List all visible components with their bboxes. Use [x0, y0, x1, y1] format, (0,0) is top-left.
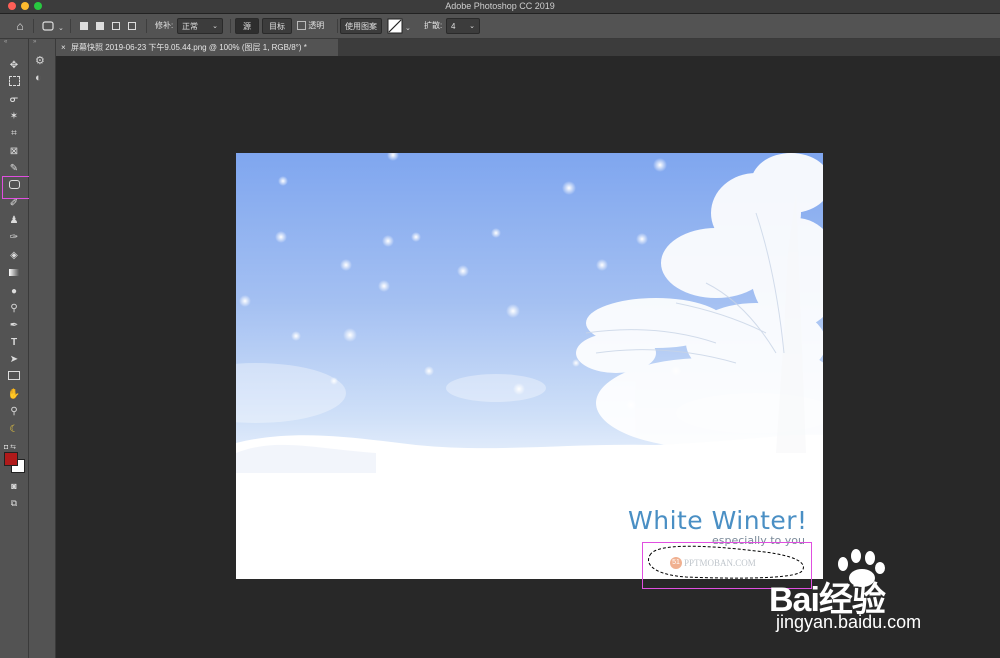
- patch-preset-icon: ⌄: [42, 21, 64, 32]
- brush-icon[interactable]: ✐: [6, 197, 22, 211]
- foreground-color-swatch[interactable]: [4, 452, 18, 466]
- rectangle-icon[interactable]: [6, 371, 22, 385]
- eraser-icon[interactable]: ◈: [6, 249, 22, 263]
- stamp-icon[interactable]: ♟: [6, 214, 22, 228]
- diffusion-value: 4: [451, 22, 456, 31]
- magic-wand-icon[interactable]: ✶: [6, 110, 22, 124]
- source-button[interactable]: 源: [235, 18, 259, 34]
- crop-icon[interactable]: ⌗: [6, 127, 22, 141]
- history-brush-icon[interactable]: ✑: [6, 231, 22, 245]
- collapse-icon[interactable]: «: [4, 39, 7, 45]
- adjustments-icon[interactable]: ◐: [35, 72, 42, 84]
- diffusion-select[interactable]: 4 ⌄: [446, 18, 480, 34]
- gradient-icon[interactable]: [6, 267, 22, 281]
- close-tab-icon[interactable]: ×: [61, 39, 66, 56]
- patch-mode-select[interactable]: 正常 ⌄: [177, 18, 223, 34]
- properties-icon[interactable]: ⚙: [35, 54, 45, 67]
- quick-mask-icon[interactable]: ◙: [6, 479, 22, 493]
- pattern-swatch-icon: ⌄: [387, 18, 411, 34]
- type-icon[interactable]: T: [6, 336, 22, 350]
- lasso-icon[interactable]: ᓂ: [6, 93, 22, 107]
- subtract-selection-icon[interactable]: [112, 22, 120, 30]
- chevron-down-icon: ⌄: [212, 23, 218, 30]
- use-pattern-button[interactable]: 使用图案: [340, 18, 382, 34]
- chevron-down-icon: ⌄: [469, 23, 475, 30]
- home-icon[interactable]: ⌂: [10, 18, 30, 34]
- pattern-picker[interactable]: ⌄: [387, 18, 413, 34]
- banana-icon[interactable]: ☾: [6, 423, 22, 437]
- transparent-label: 透明: [308, 21, 325, 30]
- patch-mode-value: 正常: [182, 22, 198, 31]
- title-bar: Adobe Photoshop CC 2019: [0, 0, 1000, 14]
- move-icon[interactable]: ✥: [6, 59, 22, 73]
- marquee-icon[interactable]: [6, 76, 22, 90]
- patch-label: 修补:: [155, 21, 174, 30]
- blur-icon[interactable]: ●: [6, 285, 22, 299]
- tool-preset-picker[interactable]: ⌄: [40, 18, 66, 34]
- tools-panel: « ✥ ᓂ ✶ ⌗ ⊠ ✎ ✐ ♟ ✑ ◈ ● ⚲ ✒ T ➤ ✋ ⚲ ☾ ◘ …: [0, 39, 29, 658]
- add-selection-icon[interactable]: [96, 22, 104, 30]
- svg-text:⌄: ⌄: [58, 25, 64, 32]
- lasso-selection: [648, 545, 804, 579]
- frame-icon[interactable]: ⊠: [6, 145, 22, 159]
- zoom-icon[interactable]: ⚲: [6, 405, 22, 419]
- transparent-option[interactable]: 透明: [297, 18, 337, 34]
- collapsed-panels: » ⚙ ◐: [29, 39, 56, 658]
- options-bar: ⌂ ⌄ 修补: 正常 ⌄ 源 目标 透明 使用图案 ⌄ 扩散: 4 ⌄: [0, 14, 1000, 39]
- hand-icon[interactable]: ✋: [6, 388, 22, 402]
- diffusion-label: 扩散:: [424, 21, 443, 30]
- svg-text:⌄: ⌄: [405, 25, 411, 32]
- target-button[interactable]: 目标: [262, 18, 292, 34]
- watermark-url: jingyan.baidu.com: [776, 612, 922, 632]
- default-colors-icon[interactable]: ◘ ⇆: [4, 443, 16, 451]
- path-select-icon[interactable]: ➤: [6, 353, 22, 367]
- transparent-checkbox[interactable]: [297, 21, 306, 31]
- eyedropper-icon[interactable]: ✎: [6, 162, 22, 176]
- new-selection-icon[interactable]: [80, 22, 88, 30]
- document-tab-title: 屏幕快照 2019-06-23 下午9.05.44.png @ 100% (图层…: [71, 43, 307, 52]
- window-title: Adobe Photoshop CC 2019: [445, 1, 555, 11]
- dodge-icon[interactable]: ⚲: [6, 302, 22, 316]
- document-tab[interactable]: × 屏幕快照 2019-06-23 下午9.05.44.png @ 100% (…: [56, 39, 338, 56]
- screen-mode-icon[interactable]: ⧉: [6, 496, 22, 510]
- intersect-selection-icon[interactable]: [128, 22, 136, 30]
- document-canvas[interactable]: White Winter! especially to you 51 PPTMO…: [236, 153, 823, 579]
- document-tabs: × 屏幕快照 2019-06-23 下午9.05.44.png @ 100% (…: [56, 39, 1000, 56]
- pen-icon[interactable]: ✒: [6, 319, 22, 333]
- expand-panels-icon[interactable]: »: [33, 39, 36, 45]
